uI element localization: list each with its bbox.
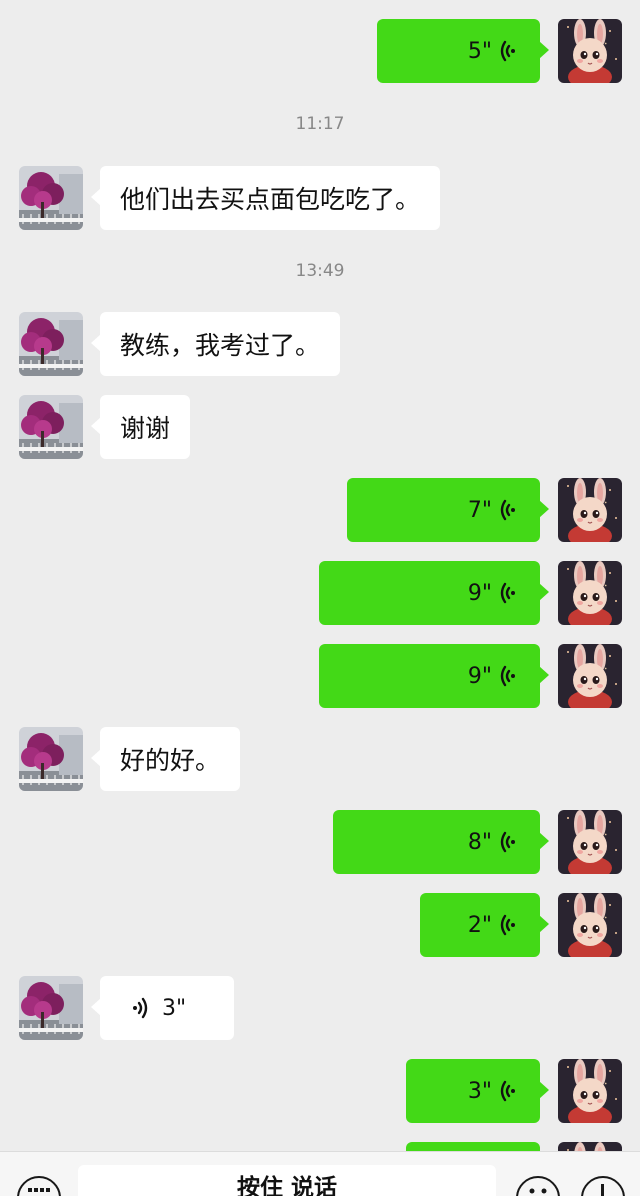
svg-text:✶: ✶ — [604, 915, 607, 920]
more-button[interactable] — [581, 1176, 625, 1196]
voice-message-bubble[interactable]: 7" — [347, 478, 549, 542]
message-row: ✶ 9" — [0, 561, 640, 625]
my-avatar[interactable]: ✶ — [558, 644, 622, 708]
message-text: 他们出去买点面包吃吃了。 — [120, 185, 421, 214]
voice-duration: 5" — [467, 38, 492, 64]
voice-message-bubble[interactable]: 5" — [377, 19, 549, 83]
my-avatar[interactable]: ✶ — [558, 561, 622, 625]
voice-wave-icon — [498, 663, 520, 689]
text-message-bubble[interactable]: 他们出去买点面包吃吃了。 — [90, 166, 441, 230]
input-toolbar: 按住 说话 — [0, 1151, 640, 1196]
message-text: 好的好。 — [120, 746, 221, 775]
timestamp: 13:49 — [295, 261, 345, 281]
voice-wave-icon — [498, 1078, 520, 1104]
voice-duration: 9" — [467, 580, 492, 606]
contact-avatar[interactable] — [19, 395, 83, 459]
my-avatar[interactable]: ✶ — [558, 893, 622, 957]
voice-message-bubble[interactable]: 9" — [319, 644, 549, 708]
message-row: ✶ 7" — [0, 478, 640, 542]
voice-duration: 3" — [467, 1078, 492, 1104]
message-row: ✶ 3" — [0, 1059, 640, 1123]
voice-wave-icon — [498, 38, 520, 64]
voice-message-bubble[interactable]: 2" — [420, 893, 549, 957]
voice-duration: 2" — [467, 912, 492, 938]
emoji-button[interactable] — [516, 1176, 560, 1196]
message-row: 好的好。 — [0, 727, 640, 791]
my-avatar[interactable]: ✶ — [558, 478, 622, 542]
voice-message-bubble[interactable] — [406, 1142, 540, 1151]
voice-wave-icon — [128, 995, 150, 1021]
voice-wave-icon — [498, 497, 520, 523]
message-row: 他们出去买点面包吃吃了。 — [0, 166, 640, 230]
my-avatar[interactable]: ✶ — [558, 19, 622, 83]
message-row: ✶ 5" — [0, 19, 640, 83]
voice-message-bubble[interactable]: 3" — [406, 1059, 549, 1123]
my-avatar[interactable]: ✶ — [558, 810, 622, 874]
keyboard-toggle-button[interactable] — [17, 1176, 61, 1196]
text-message-bubble[interactable]: 好的好。 — [90, 727, 241, 791]
svg-text:✶: ✶ — [604, 1081, 607, 1086]
svg-text:✶: ✶ — [604, 41, 607, 46]
voice-message-bubble[interactable]: 3" — [91, 976, 234, 1040]
voice-duration: 3" — [162, 995, 187, 1021]
message-row: 谢谢 — [0, 395, 640, 459]
keyboard-icon — [28, 1188, 50, 1192]
message-text: 谢谢 — [120, 414, 171, 443]
voice-wave-icon — [498, 829, 520, 855]
contact-avatar[interactable] — [19, 976, 83, 1040]
contact-avatar[interactable] — [19, 727, 83, 791]
contact-avatar[interactable] — [19, 312, 83, 376]
voice-message-bubble[interactable]: 8" — [333, 810, 549, 874]
text-message-bubble[interactable]: 谢谢 — [90, 395, 191, 459]
my-avatar[interactable]: ✶ — [558, 1059, 622, 1123]
voice-duration: 8" — [467, 829, 492, 855]
message-row: ✶ — [0, 1142, 640, 1151]
svg-text:✶: ✶ — [604, 583, 607, 588]
text-message-bubble[interactable]: 教练，我考过了。 — [90, 312, 341, 376]
voice-wave-icon — [498, 580, 520, 606]
message-row: ✶ 9" — [0, 644, 640, 708]
svg-text:✶: ✶ — [604, 666, 607, 671]
message-row: ✶ 2" — [0, 893, 640, 957]
message-row: ✶ 8" — [0, 810, 640, 874]
message-row: 3" — [0, 976, 640, 1040]
voice-duration: 7" — [467, 497, 492, 523]
message-text: 教练，我考过了。 — [120, 331, 321, 360]
my-avatar[interactable]: ✶ — [558, 1142, 622, 1151]
svg-text:✶: ✶ — [604, 832, 607, 837]
hold-to-talk-button[interactable]: 按住 说话 — [78, 1165, 496, 1196]
chat-message-list[interactable]: ✶ 5" 11:17 他们出去买点面包吃吃了。 13:49 教练，我考过了。 谢谢 ✶ 7" ✶ 9… — [0, 0, 640, 1151]
smiley-icon — [529, 1188, 547, 1194]
message-row: 教练，我考过了。 — [0, 312, 640, 376]
voice-wave-icon — [498, 912, 520, 938]
svg-text:✶: ✶ — [604, 500, 607, 505]
voice-duration: 9" — [467, 663, 492, 689]
timestamp: 11:17 — [295, 114, 345, 134]
contact-avatar[interactable] — [19, 166, 83, 230]
voice-message-bubble[interactable]: 9" — [319, 561, 549, 625]
plus-icon — [601, 1184, 604, 1196]
